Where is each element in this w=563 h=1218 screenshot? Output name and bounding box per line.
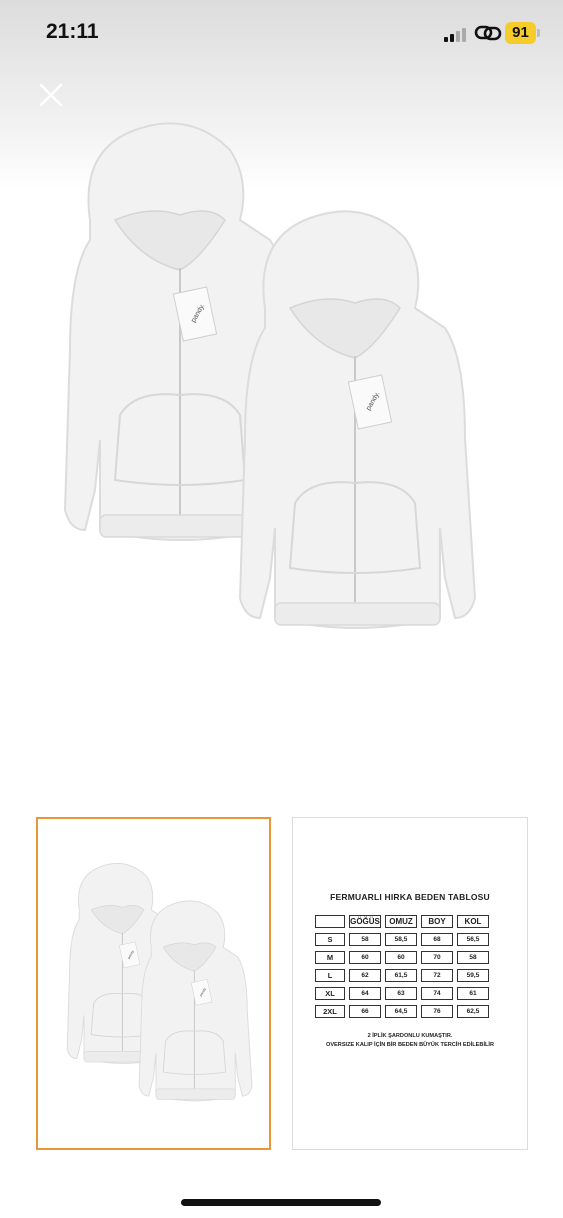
link-icon <box>474 25 502 41</box>
size-label: M <box>315 951 345 964</box>
size-value: 64 <box>349 987 381 1000</box>
size-chart-header-row: GÖĞÜS OMUZ BOY KOL <box>315 915 489 928</box>
size-chart-header-cell: GÖĞÜS <box>349 915 381 928</box>
size-value: 74 <box>421 987 453 1000</box>
thumbnail-hoodies-selected[interactable] <box>36 817 271 1150</box>
size-value: 72 <box>421 969 453 982</box>
status-bar: 21:11 91 <box>0 0 563 70</box>
size-chart-row: XL 64 63 74 61 <box>315 987 489 1000</box>
hoodies-image: pandy. <box>64 122 476 630</box>
status-time: 21:11 <box>46 20 99 43</box>
size-value: 56,5 <box>457 933 489 946</box>
size-value: 62 <box>349 969 381 982</box>
size-value: 76 <box>421 1005 453 1018</box>
cellular-signal-icon <box>444 26 470 42</box>
battery-tip <box>537 29 540 37</box>
size-chart-note-oversize: OVERSIZE KALIP İÇİN BİR BEDEN BÜYÜK TERC… <box>325 1042 495 1048</box>
size-value: 70 <box>421 951 453 964</box>
size-value: 63 <box>385 987 417 1000</box>
size-label: XL <box>315 987 345 1000</box>
thumbnail-strip: FERMUARLI HIRKA BEDEN TABLOSU GÖĞÜS OMUZ… <box>0 815 563 1155</box>
size-chart-row: S 58 58,5 68 56,5 <box>315 933 489 946</box>
size-chart-table: GÖĞÜS OMUZ BOY KOL S 58 58,5 68 56,5 M 6… <box>311 910 493 1023</box>
size-chart-header-cell <box>315 915 345 928</box>
home-indicator[interactable] <box>181 1199 381 1206</box>
size-chart-title: FERMUARLI HIRKA BEDEN TABLOSU <box>330 892 490 902</box>
thumbnail-size-chart[interactable]: FERMUARLI HIRKA BEDEN TABLOSU GÖĞÜS OMUZ… <box>292 817 528 1150</box>
size-chart-header-cell: OMUZ <box>385 915 417 928</box>
size-label: 2XL <box>315 1005 345 1018</box>
size-value: 60 <box>349 951 381 964</box>
size-value: 61 <box>457 987 489 1000</box>
size-chart-row: 2XL 66 64,5 76 62,5 <box>315 1005 489 1018</box>
size-label: S <box>315 933 345 946</box>
size-value: 68 <box>421 933 453 946</box>
thumbnail-hoodies-image <box>66 862 253 1102</box>
product-image[interactable]: pandy. <box>0 0 563 780</box>
size-value: 59,5 <box>457 969 489 982</box>
size-label: L <box>315 969 345 982</box>
size-chart-note-fabric: 2 İPLİK ŞARDONLU KUMAŞTIR. <box>367 1033 453 1039</box>
size-value: 60 <box>385 951 417 964</box>
size-chart-header-cell: BOY <box>421 915 453 928</box>
size-chart-row: M 60 60 70 58 <box>315 951 489 964</box>
size-value: 62,5 <box>457 1005 489 1018</box>
size-chart-row: L 62 61,5 72 59,5 <box>315 969 489 982</box>
size-value: 58 <box>349 933 381 946</box>
size-value: 58,5 <box>385 933 417 946</box>
battery-level: 91 <box>505 22 536 44</box>
close-icon[interactable] <box>36 80 66 110</box>
size-value: 61,5 <box>385 969 417 982</box>
size-value: 66 <box>349 1005 381 1018</box>
size-value: 58 <box>457 951 489 964</box>
size-value: 64,5 <box>385 1005 417 1018</box>
size-chart-header-cell: KOL <box>457 915 489 928</box>
